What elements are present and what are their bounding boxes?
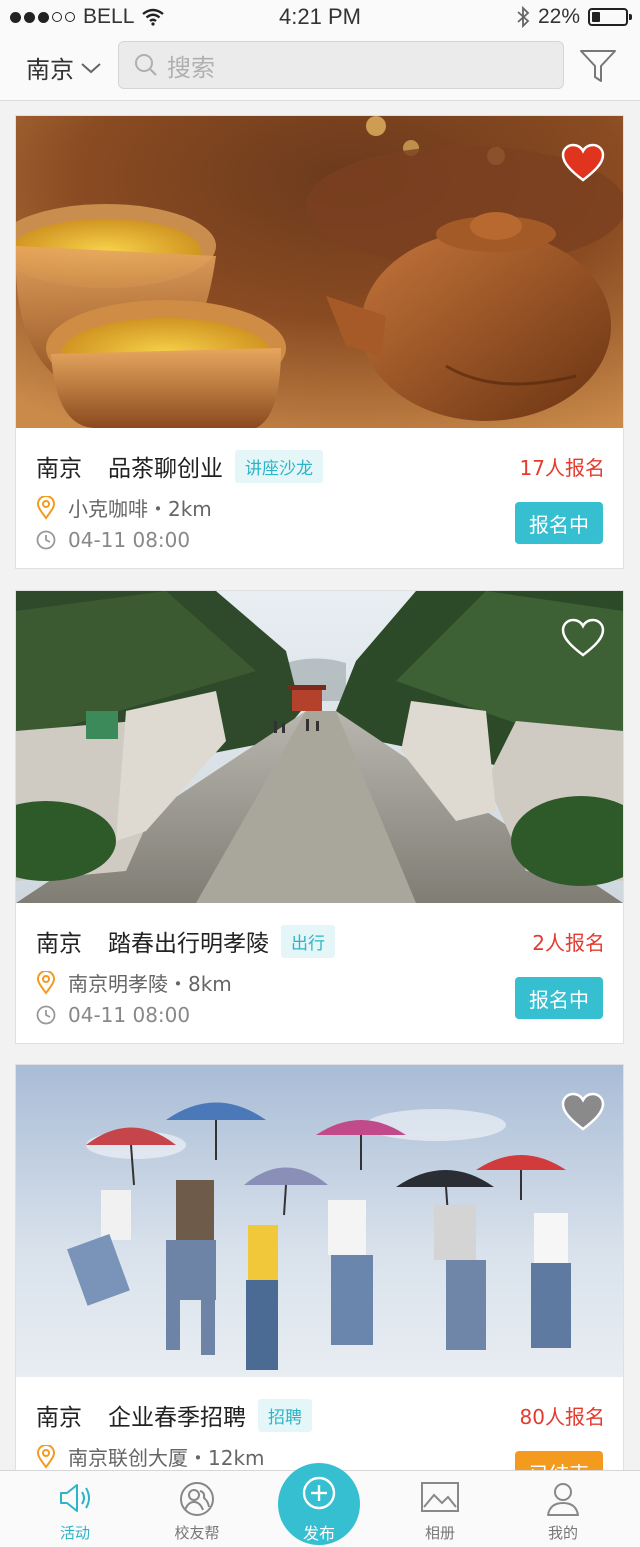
- event-card[interactable]: 南京 品茶聊创业 讲座沙龙 17人报名 小克咖啡・2km 04-11 08:00…: [15, 115, 624, 569]
- favorite-heart-icon[interactable]: [561, 143, 605, 183]
- tab-label: 校友帮: [174, 1524, 220, 1542]
- publish-button[interactable]: 发布: [278, 1463, 360, 1545]
- tab-label: 活动: [59, 1524, 90, 1542]
- location-text: 南京明孝陵・8km: [68, 972, 232, 996]
- event-location: 南京联创大厦・12km: [36, 1442, 265, 1471]
- event-city: 南京: [36, 456, 82, 482]
- event-city: 南京: [36, 931, 82, 957]
- signup-status-button[interactable]: 报名中: [515, 977, 603, 1019]
- event-tag: 招聘: [258, 1398, 312, 1432]
- tab-alumni[interactable]: 校友帮: [147, 1471, 247, 1547]
- bluetooth-icon: [517, 6, 530, 28]
- signup-count: 80人报名: [519, 1405, 605, 1429]
- city-selector[interactable]: 南京: [26, 50, 102, 85]
- battery-percent: 22%: [537, 5, 580, 28]
- event-title: 踏春出行明孝陵: [108, 931, 269, 957]
- event-tag: 讲座沙龙: [235, 449, 323, 483]
- location-pin-icon: [36, 1444, 56, 1469]
- event-time: 04-11 08:00: [36, 528, 190, 552]
- event-card[interactable]: 南京 企业春季招聘 招聘 80人报名 南京联创大厦・12km 已结束: [15, 1064, 624, 1484]
- image-icon: [421, 1482, 459, 1512]
- user-icon: [547, 1483, 579, 1516]
- top-nav: 南京 搜索: [0, 32, 640, 101]
- tab-album[interactable]: 相册: [390, 1471, 490, 1547]
- tab-mine[interactable]: 我的: [513, 1471, 613, 1547]
- speaker-icon: [60, 1484, 90, 1512]
- publish-label: 发布: [302, 1524, 335, 1543]
- favorite-heart-icon[interactable]: [561, 1092, 605, 1132]
- search-placeholder: 搜索: [167, 53, 215, 82]
- city-label: 南京: [26, 56, 74, 84]
- clock-icon: [36, 1005, 56, 1025]
- location-text: 小克咖啡・2km: [68, 497, 212, 521]
- people-icon: [180, 1482, 214, 1516]
- event-title-row: 南京 踏春出行明孝陵 出行: [36, 924, 335, 958]
- search-icon: [135, 54, 157, 76]
- event-tag: 出行: [281, 924, 335, 958]
- location-pin-icon: [36, 970, 56, 995]
- event-title: 企业春季招聘: [108, 1405, 246, 1431]
- signup-count: 17人报名: [519, 456, 605, 480]
- tab-activity[interactable]: 活动: [25, 1471, 125, 1547]
- event-card[interactable]: 南京 踏春出行明孝陵 出行 2人报名 南京明孝陵・8km 04-11 08:00…: [15, 590, 624, 1044]
- signup-count: 2人报名: [532, 931, 605, 955]
- search-input[interactable]: 搜索: [118, 41, 564, 89]
- event-time: 04-11 08:00: [36, 1003, 190, 1027]
- plus-circle-icon: [302, 1476, 336, 1510]
- event-title-row: 南京 企业春季招聘 招聘: [36, 1398, 312, 1432]
- event-location: 南京明孝陵・8km: [36, 968, 232, 997]
- favorite-heart-icon[interactable]: [561, 618, 605, 658]
- event-image-park: [16, 591, 623, 903]
- event-title: 品茶聊创业: [108, 456, 223, 482]
- event-location: 小克咖啡・2km: [36, 493, 212, 522]
- event-image-umbrellas: [16, 1065, 623, 1377]
- tab-label: 相册: [424, 1524, 455, 1542]
- event-image-tea: [16, 116, 623, 428]
- location-pin-icon: [36, 495, 56, 520]
- location-text: 南京联创大厦・12km: [68, 1446, 265, 1470]
- battery-icon: [588, 8, 632, 26]
- event-city: 南京: [36, 1405, 82, 1431]
- filter-icon[interactable]: [578, 46, 618, 86]
- tab-label: 我的: [547, 1524, 578, 1542]
- status-bar: BELL 4:21 PM 22%: [0, 0, 640, 32]
- event-title-row: 南京 品茶聊创业 讲座沙龙: [36, 449, 323, 483]
- datetime-text: 04-11 08:00: [68, 1003, 191, 1027]
- datetime-text: 04-11 08:00: [68, 528, 191, 552]
- signup-status-button[interactable]: 报名中: [515, 502, 603, 544]
- chevron-down-icon: [81, 62, 101, 73]
- clock-icon: [36, 530, 56, 550]
